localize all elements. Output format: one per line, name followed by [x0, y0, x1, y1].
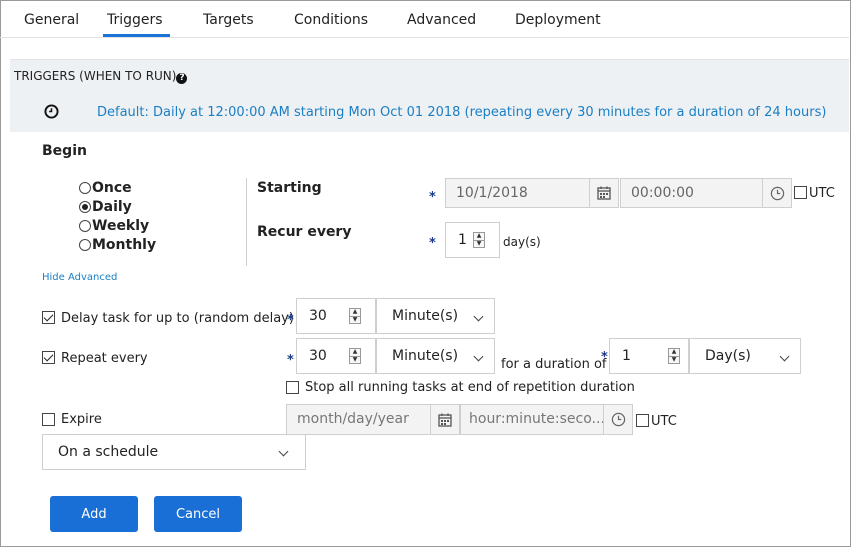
utc-label: UTC — [651, 414, 677, 429]
utc-checkbox[interactable] — [794, 186, 807, 199]
recur-value: 1 — [458, 232, 467, 248]
select-value: Day(s) — [705, 348, 751, 364]
repeat-unit-select[interactable]: Minute(s) — [376, 338, 495, 374]
delay-stepper[interactable]: 30 ▲ ▼ — [296, 298, 376, 334]
spinner-arrows[interactable]: ▲ ▼ — [473, 232, 485, 248]
tab-advanced[interactable]: Advanced — [407, 12, 476, 28]
utc-label: UTC — [809, 186, 835, 201]
radio-button[interactable] — [79, 182, 91, 194]
radio-monthly[interactable]: Monthly — [79, 237, 156, 253]
radio-button[interactable] — [79, 201, 91, 213]
tab-deployment[interactable]: Deployment — [515, 12, 601, 28]
time-button[interactable] — [603, 404, 633, 435]
expire-label: Expire — [61, 412, 102, 427]
section-title: TRIGGERS (WHEN TO RUN)? — [14, 69, 188, 84]
cancel-button[interactable]: Cancel — [154, 496, 242, 532]
expire-checkbox[interactable] — [42, 413, 55, 426]
calendar-icon — [438, 413, 452, 427]
radio-weekly[interactable]: Weekly — [79, 218, 149, 234]
triggers-section-header: TRIGGERS (WHEN TO RUN)? Default: Daily a… — [10, 59, 849, 132]
schedule-select[interactable]: On a schedule — [42, 434, 306, 470]
radio-label: Once — [92, 180, 132, 196]
select-value: Minute(s) — [392, 308, 459, 324]
tab-bar: General Triggers Targets Conditions Adva… — [0, 0, 849, 38]
required-mark: * — [287, 313, 294, 328]
duration-label: for a duration of — [501, 357, 607, 372]
calendar-button[interactable] — [589, 178, 619, 208]
required-mark: * — [429, 190, 436, 205]
starting-date-field[interactable]: 10/1/2018 — [445, 178, 591, 208]
clock-icon — [44, 104, 59, 119]
chevron-down-icon — [278, 446, 289, 457]
tab-conditions[interactable]: Conditions — [294, 12, 368, 28]
tab-general[interactable]: General — [24, 12, 79, 28]
tab-triggers[interactable]: Triggers — [103, 12, 170, 37]
help-icon[interactable]: ? — [176, 73, 188, 84]
trigger-summary: Default: Daily at 12:00:00 AM starting M… — [97, 105, 827, 120]
calendar-icon — [597, 186, 611, 200]
chevron-down-icon — [473, 351, 484, 362]
repeat-label: Repeat every — [61, 351, 148, 366]
radio-label: Daily — [92, 199, 132, 215]
duration-unit-select[interactable]: Day(s) — [689, 338, 801, 374]
select-value: On a schedule — [58, 444, 159, 460]
recur-unit: day(s) — [503, 235, 541, 249]
spin-down-icon: ▼ — [474, 239, 484, 248]
chevron-down-icon — [473, 311, 484, 322]
required-mark: * — [429, 236, 436, 251]
repeat-value: 30 — [309, 348, 327, 364]
select-value: Minute(s) — [392, 348, 459, 364]
expire-time-field[interactable]: hour:minute:seco... — [460, 404, 606, 435]
delay-value: 30 — [309, 308, 327, 324]
radio-label: Monthly — [92, 237, 157, 253]
repeat-stepper[interactable]: 30 ▲ ▼ — [296, 338, 376, 374]
delay-checkbox[interactable] — [42, 311, 55, 324]
spinner-arrows[interactable]: ▲ ▼ — [349, 348, 361, 364]
radio-daily[interactable]: Daily — [79, 199, 132, 215]
divider — [246, 178, 247, 266]
spin-down-icon: ▼ — [669, 355, 679, 364]
starting-time-field[interactable]: 00:00:00 — [620, 178, 766, 208]
duration-stepper[interactable]: 1 ▲ ▼ — [609, 338, 689, 374]
starting-label: Starting — [257, 180, 322, 196]
utc-checkbox[interactable] — [636, 414, 649, 427]
section-title-text: TRIGGERS (WHEN TO RUN) — [14, 69, 177, 83]
hide-advanced-link[interactable]: Hide Advanced — [42, 272, 117, 283]
expire-date-field[interactable]: month/day/year — [286, 404, 433, 435]
clock-icon — [770, 186, 784, 200]
spinner-arrows[interactable]: ▲ ▼ — [668, 348, 680, 364]
required-mark: * — [601, 350, 608, 365]
stop-all-label: Stop all running tasks at end of repetit… — [305, 380, 635, 395]
radio-button[interactable] — [79, 239, 91, 251]
delay-unit-select[interactable]: Minute(s) — [376, 298, 495, 334]
duration-value: 1 — [622, 348, 631, 364]
begin-label: Begin — [42, 143, 87, 159]
recur-label: Recur every — [257, 224, 352, 240]
delay-label: Delay task for up to (random delay) — [61, 311, 294, 326]
radio-button[interactable] — [79, 220, 91, 232]
tab-targets[interactable]: Targets — [203, 12, 254, 28]
stop-all-checkbox[interactable] — [286, 381, 299, 394]
calendar-button[interactable] — [430, 404, 460, 435]
spin-down-icon: ▼ — [350, 355, 360, 364]
radio-once[interactable]: Once — [79, 180, 132, 196]
time-button[interactable] — [762, 178, 792, 208]
clock-icon — [611, 412, 625, 427]
spin-down-icon: ▼ — [350, 315, 360, 324]
chevron-down-icon — [779, 351, 790, 362]
repeat-checkbox[interactable] — [42, 351, 55, 364]
recur-stepper[interactable]: 1 ▲ ▼ — [445, 222, 500, 258]
required-mark: * — [287, 353, 294, 368]
spinner-arrows[interactable]: ▲ ▼ — [349, 308, 361, 324]
radio-label: Weekly — [92, 218, 150, 234]
add-button[interactable]: Add — [50, 496, 138, 532]
